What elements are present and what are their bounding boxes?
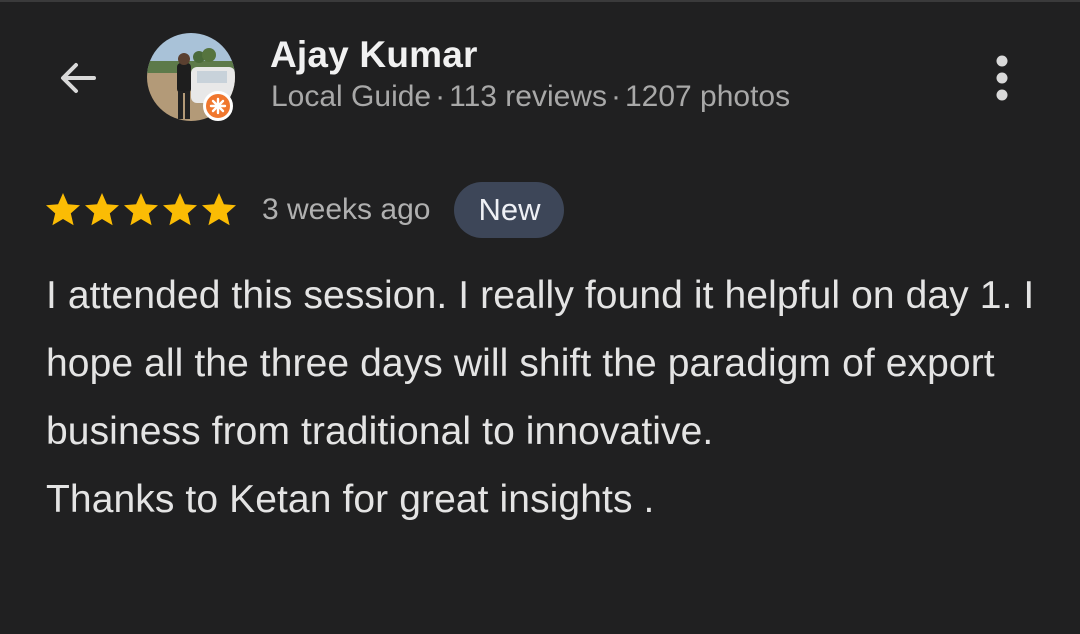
arrow-left-icon <box>61 63 96 93</box>
reviewer-name[interactable]: Ajay Kumar <box>270 34 478 76</box>
more-vertical-icon <box>996 55 1008 101</box>
photo-count: 1207 photos <box>624 80 791 113</box>
review-time: 3 weeks ago <box>262 193 431 226</box>
star-icon <box>85 193 119 226</box>
review-body-line2: Thanks to Ketan for great insights . <box>46 478 655 521</box>
star-icon <box>202 193 236 226</box>
top-divider <box>0 0 1080 2</box>
review-count: 113 reviews <box>449 80 607 113</box>
separator: · <box>435 80 446 113</box>
star-icon <box>124 193 158 226</box>
reviewer-avatar[interactable] <box>147 33 237 123</box>
star-icon <box>163 193 197 226</box>
more-options-button[interactable] <box>984 50 1020 106</box>
reviewer-meta: Local Guide · 113 reviews · 1207 photos <box>271 80 790 114</box>
local-guide-star-badge-icon <box>209 97 227 115</box>
review-body: I attended this session. I really found … <box>46 274 1035 453</box>
star-rating <box>44 191 238 229</box>
rating-row: 3 weeks ago New <box>44 182 565 238</box>
local-guide-badge <box>203 91 233 121</box>
new-badge: New <box>454 182 565 238</box>
review-text: I attended this session. I really found … <box>46 262 1056 534</box>
local-guide-label: Local Guide <box>271 80 432 113</box>
separator: · <box>610 80 621 113</box>
star-icon <box>46 193 80 226</box>
back-button[interactable] <box>50 52 106 104</box>
